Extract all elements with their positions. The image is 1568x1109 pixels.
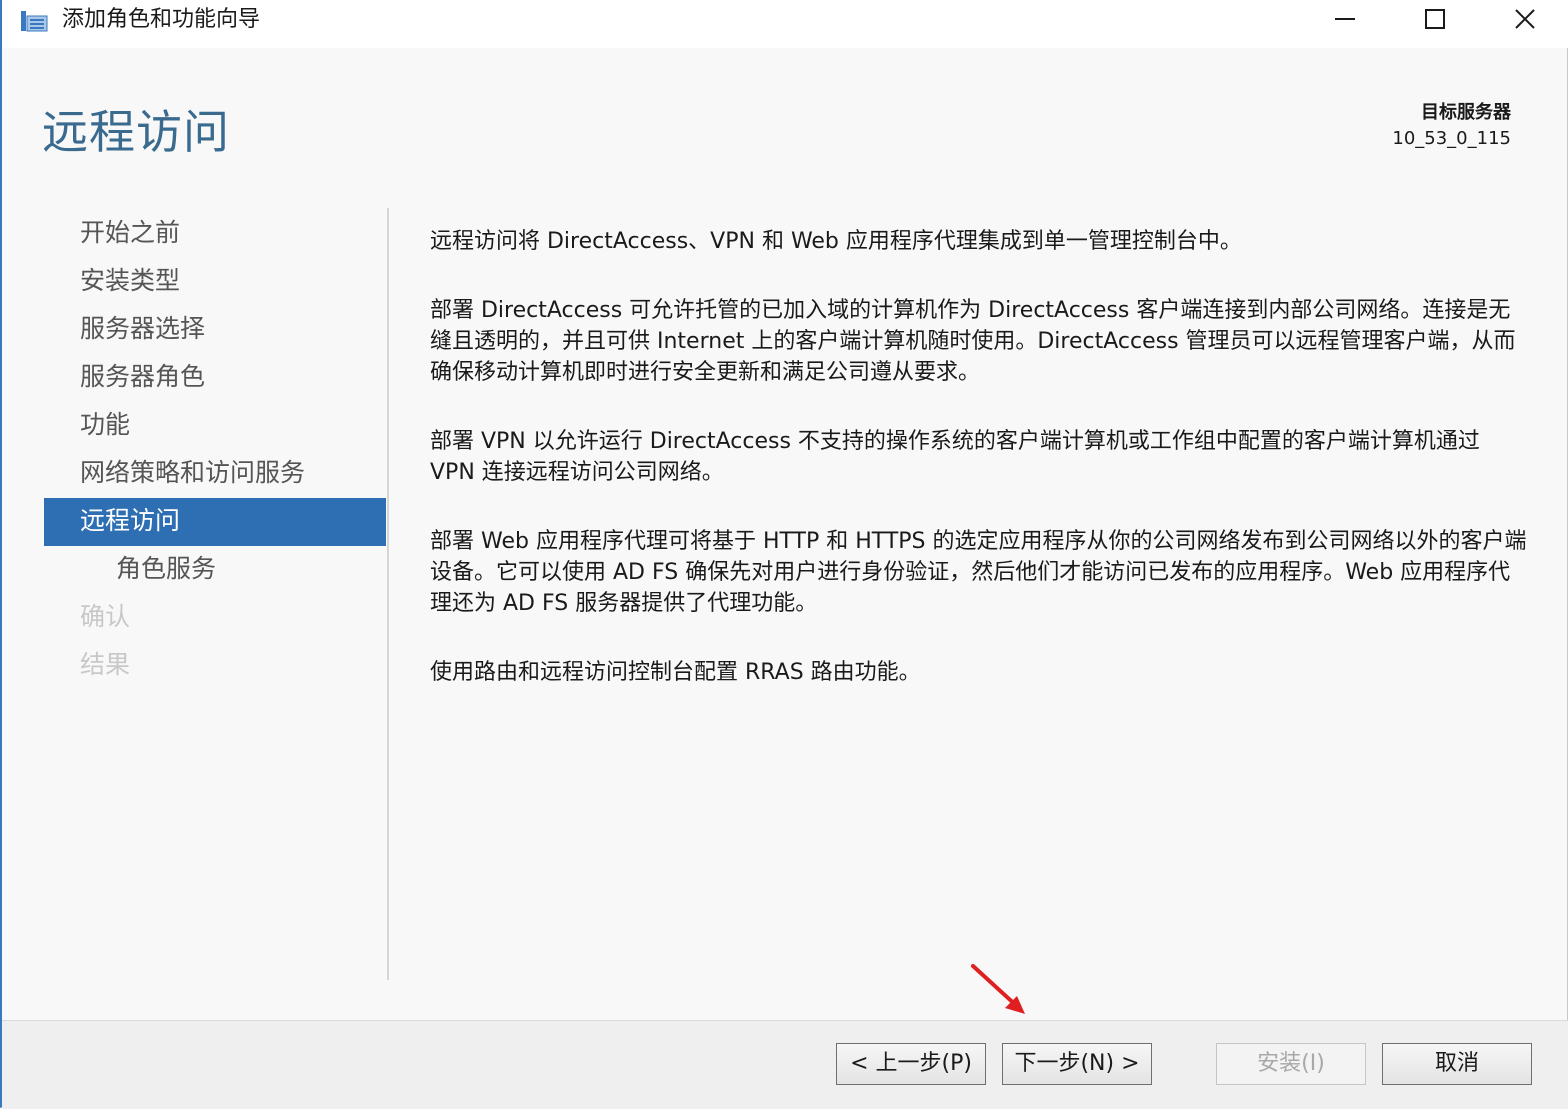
previous-button[interactable]: < 上一步(P): [836, 1043, 986, 1085]
description-paragraph: 部署 VPN 以允许运行 DirectAccess 不支持的操作系统的客户端计算…: [430, 429, 1480, 485]
description-paragraph: 远程访问将 DirectAccess、VPN 和 Web 应用程序代理集成到单一…: [430, 229, 1242, 254]
target-server-info: 目标服务器 10_53_0_115: [1392, 100, 1511, 152]
cancel-button[interactable]: 取消: [1382, 1043, 1532, 1085]
description-content: 远程访问将 DirectAccess、VPN 和 Web 应用程序代理集成到单一…: [430, 226, 1530, 726]
nav-item-results: 结果: [80, 650, 131, 679]
minimize-button[interactable]: [1309, 0, 1379, 40]
target-server-value: 10_53_0_115: [1392, 128, 1511, 149]
install-button: 安装(I): [1216, 1043, 1366, 1085]
nav-item-installation-type[interactable]: 安装类型: [44, 258, 386, 306]
server-manager-wizard-icon: [20, 8, 50, 34]
window-title: 添加角色和功能向导: [62, 7, 261, 32]
nav-item-role-services[interactable]: 角色服务: [44, 546, 386, 594]
title-bar[interactable]: 添加角色和功能向导: [2, 0, 1568, 48]
page-title: 远程访问: [42, 105, 230, 159]
wizard-nav: 开始之前 安装类型 服务器选择 服务器角色 功能 网络策略和访问服务 远程访问 …: [44, 210, 386, 690]
minimize-icon: [1335, 18, 1355, 20]
nav-item-features[interactable]: 功能: [44, 402, 386, 450]
close-icon: [1515, 9, 1535, 29]
nav-item-server-selection[interactable]: 服务器选择: [44, 306, 386, 354]
nav-item-confirmation: 确认: [80, 602, 131, 631]
description-paragraph: 部署 Web 应用程序代理可将基于 HTTP 和 HTTPS 的选定应用程序从你…: [430, 529, 1527, 616]
description-paragraph: 部署 DirectAccess 可允许托管的已加入域的计算机作为 DirectA…: [430, 298, 1516, 385]
nav-item-before-you-begin[interactable]: 开始之前: [44, 210, 386, 258]
wizard-window: 添加角色和功能向导 远程访问 目标服务器 10_53_0_115 开始之前 安装…: [0, 0, 1568, 1109]
wizard-footer: < 上一步(P) 下一步(N) > 安装(I) 取消: [2, 1020, 1568, 1109]
nav-item-server-roles[interactable]: 服务器角色: [44, 354, 386, 402]
nav-item-network-policy[interactable]: 网络策略和访问服务: [44, 450, 386, 498]
nav-divider: [387, 208, 389, 980]
nav-item-remote-access[interactable]: 远程访问: [44, 498, 386, 546]
close-button[interactable]: [1489, 0, 1559, 40]
maximize-icon: [1425, 9, 1445, 29]
annotation-arrow-icon: [971, 964, 1025, 1014]
description-paragraph: 使用路由和远程访问控制台配置 RRAS 路由功能。: [430, 660, 921, 685]
next-button[interactable]: 下一步(N) >: [1002, 1043, 1152, 1085]
target-server-label: 目标服务器: [1421, 102, 1511, 123]
maximize-button[interactable]: [1399, 0, 1469, 40]
